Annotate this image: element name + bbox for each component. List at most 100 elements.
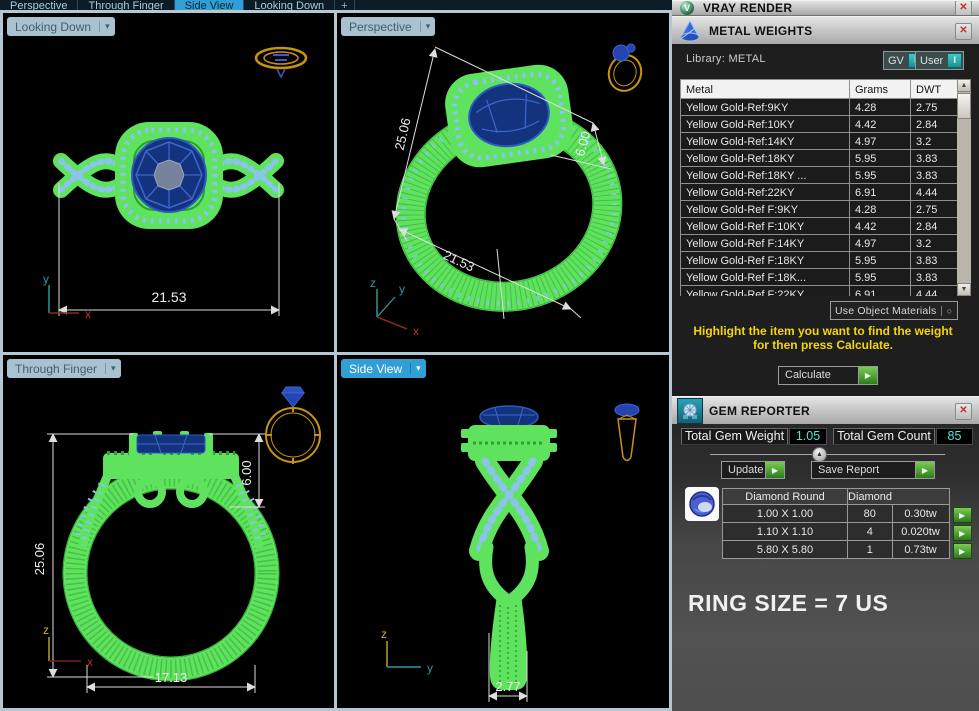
cone-icon [677,18,703,44]
chevron-down-icon: ▾ [420,21,436,32]
gem-row-play-icon[interactable]: ▶ [953,507,972,523]
ring-thumbnail-icon [604,44,646,95]
metal-weights-header[interactable]: METAL WEIGHTS ✕ [672,16,979,46]
svg-text:z: z [43,623,49,637]
metal-table-row[interactable]: Yellow Gold-Ref:10KY 4.42 2.84 [681,116,958,133]
dimension-label: 2.77 [495,679,520,694]
save-report-button[interactable]: Save Report ▶ [811,461,935,479]
metal-table-row[interactable]: Yellow Gold-Ref F:18KY 5.95 3.83 [681,252,958,269]
metal-table-row[interactable]: Yellow Gold-Ref F:10KY 4.42 2.84 [681,218,958,235]
axis-indicator: z y [381,627,433,675]
panel-title: GEM REPORTER [709,404,955,418]
ring-front-view: 25.06 6.00 17.13 z x [3,355,334,708]
user-toggle-button[interactable]: User I [915,51,964,70]
play-icon: ▶ [858,367,877,384]
chevron-down-icon: ▾ [410,363,426,374]
svg-text:z: z [381,627,387,641]
svg-text:y: y [427,661,433,675]
gem-table-row[interactable]: 1.00 X 1.00 80 0.30tw ▶ [723,505,973,523]
play-icon: ▶ [765,462,784,478]
viewport-view-label: Perspective [341,20,420,34]
total-gem-weight-value: 1.05 [789,428,827,445]
metal-weights-panel: Library: METAL GV I User I Metal Grams D… [672,44,979,394]
ring-thumbnail-icon [266,387,320,464]
metal-weights-instruction: Highlight the item you want to find the … [674,324,972,352]
library-label: Library: METAL [686,53,766,65]
dimension-label: 21.53 [151,289,186,305]
ring-perspective-view: 25.06 6.00 21.53 z y x [337,13,669,352]
viewport-view-label: Through Finger [7,362,105,376]
viewport-grid: 21.53 y x Looking Down ▾ [0,10,672,711]
viewport-through-finger[interactable]: 25.06 6.00 17.13 z x Through Finger ▾ [3,355,334,708]
right-panel: V VRAY RENDER ✕ METAL WEIGHTS ✕ Library:… [672,0,979,711]
viewport-view-dropdown[interactable]: Through Finger ▾ [7,359,121,378]
gem-icon [677,398,703,424]
scrollbar-thumb[interactable] [957,93,971,119]
calculate-button[interactable]: Calculate ▶ [778,366,878,385]
tab-looking-down[interactable]: Looking Down [244,0,335,10]
scroll-up-icon[interactable]: ▲ [957,79,971,92]
viewport-perspective[interactable]: 25.06 6.00 21.53 z y x Perspective ▾ [337,13,669,352]
metal-table-row[interactable]: Yellow Gold-Ref:14KY 4.97 3.2 [681,133,958,150]
vray-render-header[interactable]: V VRAY RENDER ✕ [672,0,979,16]
dimension-label: 6.00 [239,460,254,485]
gem-thumbnail [685,487,719,526]
viewport-looking-down[interactable]: 21.53 y x Looking Down ▾ [3,13,334,352]
metal-table-row[interactable]: Yellow Gold-Ref:18KY 5.95 3.83 [681,150,958,167]
toggle-indicator-icon: I [947,53,962,68]
svg-text:x: x [85,307,91,321]
radio-icon: ○ [941,306,957,316]
gem-reporter-panel: Total Gem Weight 1.05 Total Gem Count 85… [672,424,979,711]
viewport-view-label: Side View [341,362,410,376]
viewport-side-view[interactable]: 2.77 z y Side View ▾ [337,355,669,708]
viewport-view-dropdown[interactable]: Side View ▾ [341,359,426,378]
application-window: Perspective Through Finger Side View Loo… [0,0,979,711]
total-gem-count-label: Total Gem Count [833,428,935,445]
tab-side-view[interactable]: Side View [175,0,245,10]
update-button[interactable]: Update ▶ [721,461,785,479]
metal-table-row[interactable]: Yellow Gold-Ref:22KY 6.91 4.44 [681,184,958,201]
use-object-materials-button[interactable]: Use Object Materials ○ [830,301,958,320]
metal-table-row[interactable]: Yellow Gold-Ref F:22KY 6.91 4.44 [681,286,958,297]
viewport-view-dropdown[interactable]: Looking Down ▾ [7,17,115,36]
total-gem-count-value: 85 [936,428,973,445]
metal-table-row[interactable]: Yellow Gold-Ref F:18K... 5.95 3.83 [681,269,958,286]
panel-title: VRAY RENDER [703,1,955,15]
svg-text:x: x [413,324,419,338]
gem-row-play-icon[interactable]: ▶ [953,525,972,541]
ring-thumbnail-icon [256,48,306,77]
svg-text:x: x [87,655,93,669]
viewport-view-label: Looking Down [7,20,99,34]
metal-table: Metal Grams DWT Yellow Gold-Ref:9KY 4.28… [680,79,957,296]
gem-table-row[interactable]: 5.80 X 5.80 1 0.73tw ▶ [723,541,973,559]
chevron-down-icon: ▾ [99,21,115,32]
tab-through-finger[interactable]: Through Finger [78,0,174,10]
panel-title: METAL WEIGHTS [709,24,955,38]
metal-table-row[interactable]: Yellow Gold-Ref:18KY ... 5.95 3.83 [681,167,958,184]
dimension-label: 25.06 [32,543,47,576]
tab-perspective[interactable]: Perspective [0,0,78,10]
metal-table-row[interactable]: Yellow Gold-Ref F:14KY 4.97 3.2 [681,235,958,252]
new-tab-button[interactable]: + [335,0,354,10]
gem-table-header: Diamond Round Diamond [723,489,973,505]
viewport-view-dropdown[interactable]: Perspective ▾ [341,17,435,36]
gem-reporter-header[interactable]: GEM REPORTER ✕ [672,396,979,426]
axis-indicator: z y x [370,276,419,338]
collapse-up-icon[interactable]: ▲ [812,447,827,462]
metal-table-header: Metal Grams DWT [681,80,958,99]
ring-top-view: 21.53 y x [3,13,334,352]
metal-table-scrollbar[interactable]: ▲ ▼ [957,79,971,296]
vray-sphere-icon: V [680,1,694,15]
gem-row-play-icon[interactable]: ▶ [953,543,972,559]
metal-table-row[interactable]: Yellow Gold-Ref:9KY 4.28 2.75 [681,99,958,116]
gem-table: Diamond Round Diamond 1.00 X 1.00 80 0.3… [722,488,973,559]
close-icon[interactable]: ✕ [955,403,972,420]
close-icon[interactable]: ✕ [955,0,972,16]
dimension-label: 17.13 [155,670,188,685]
svg-text:y: y [399,282,405,296]
close-icon[interactable]: ✕ [955,23,972,40]
ring-side-view: 2.77 z y [337,355,669,708]
scroll-down-icon[interactable]: ▼ [957,283,971,296]
gem-table-row[interactable]: 1.10 X 1.10 4 0.020tw ▶ [723,523,973,541]
metal-table-row[interactable]: Yellow Gold-Ref F:9KY 4.28 2.75 [681,201,958,218]
